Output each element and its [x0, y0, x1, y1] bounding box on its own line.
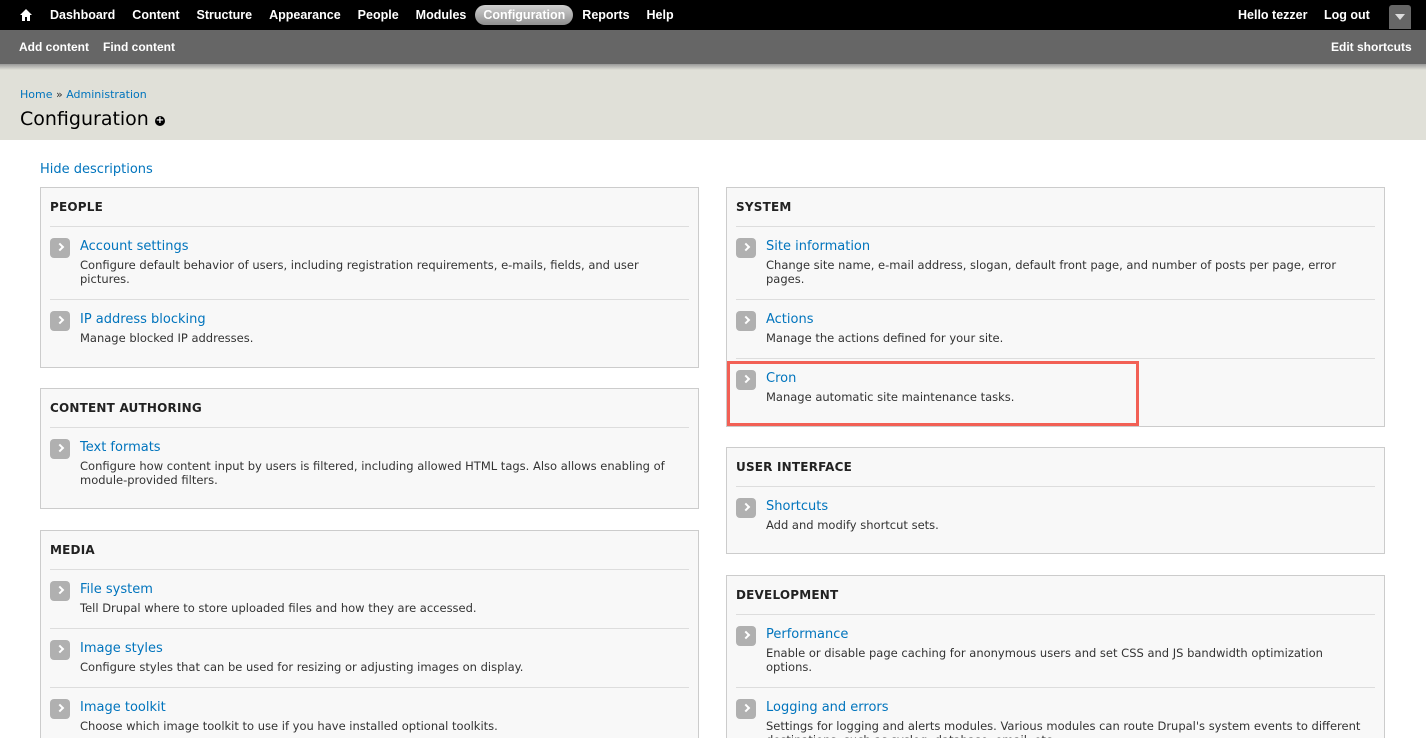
page-title: Configuration [20, 108, 149, 130]
breadcrumb-administration[interactable]: Administration [66, 88, 147, 101]
item-description: Enable or disable page caching for anony… [766, 646, 1323, 674]
panel-title: PEOPLE [50, 200, 104, 214]
shortcut-add-content[interactable]: Add content [12, 40, 96, 54]
toolbar-menu: Dashboard Content Structure Appearance P… [42, 0, 683, 30]
item-description: Manage the actions defined for your site… [766, 331, 1004, 345]
chevron-right-icon [736, 699, 756, 719]
item-description: Manage blocked IP addresses. [80, 331, 254, 345]
item-link[interactable]: Account settings [80, 239, 188, 254]
chevron-right-icon [50, 581, 70, 601]
edit-shortcuts-link[interactable]: Edit shortcuts [1324, 40, 1419, 54]
chevron-right-icon [50, 238, 70, 258]
menu-modules[interactable]: Modules [408, 5, 475, 25]
panel-title: USER INTERFACE [736, 460, 853, 474]
chevron-down-icon [1395, 14, 1405, 20]
chevron-right-icon [736, 238, 756, 258]
menu-configuration[interactable]: Configuration [475, 5, 574, 25]
item-link[interactable]: Text formats [80, 440, 161, 455]
item-description: Add and modify shortcut sets. [766, 518, 939, 532]
panel-people: PEOPLE Account settings Configure defaul… [40, 187, 699, 368]
menu-people[interactable]: People [350, 5, 407, 25]
menu-dashboard[interactable]: Dashboard [42, 5, 123, 25]
panel-user-interface: USER INTERFACE Shortcuts Add and modify … [726, 447, 1385, 554]
panel-media: MEDIA File system Tell Drupal where to s… [40, 530, 699, 738]
menu-appearance[interactable]: Appearance [261, 5, 349, 25]
chevron-right-icon [50, 699, 70, 719]
admin-toolbar: Dashboard Content Structure Appearance P… [0, 0, 1426, 30]
panel-title: CONTENT AUTHORING [50, 401, 202, 415]
logout-link[interactable]: Log out [1324, 0, 1370, 30]
menu-structure[interactable]: Structure [189, 5, 261, 25]
item-link[interactable]: Image toolkit [80, 700, 166, 715]
item-link[interactable]: Image styles [80, 641, 163, 656]
shortcut-bar: Add content Find content Edit shortcuts [0, 30, 1426, 64]
item-link[interactable]: Actions [766, 312, 814, 327]
breadcrumb-home[interactable]: Home [20, 88, 52, 101]
breadcrumb: Home » Administration [20, 88, 147, 101]
item-link[interactable]: File system [80, 582, 153, 597]
chevron-right-icon [736, 311, 756, 331]
item-link[interactable]: Performance [766, 627, 848, 642]
user-greeting[interactable]: Hello tezzer [1238, 0, 1307, 30]
chevron-right-icon [736, 626, 756, 646]
menu-content[interactable]: Content [124, 5, 187, 25]
item-description: Tell Drupal where to store uploaded file… [80, 601, 477, 615]
item-description: Configure default behavior of users, inc… [80, 258, 639, 286]
add-shortcut-icon[interactable]: + [155, 116, 165, 126]
home-icon[interactable] [19, 8, 33, 22]
shortcut-find-content[interactable]: Find content [96, 40, 182, 54]
item-description: Configure styles that can be used for re… [80, 660, 524, 674]
panel-development: DEVELOPMENT Performance Enable or disabl… [726, 575, 1385, 738]
item-link[interactable]: Shortcuts [766, 499, 828, 514]
chevron-right-icon [50, 640, 70, 660]
cron-highlight-box [727, 361, 1139, 426]
breadcrumb-separator: » [55, 88, 63, 101]
menu-reports[interactable]: Reports [574, 5, 637, 25]
shortcuts-toggle-button[interactable] [1389, 5, 1411, 29]
chevron-right-icon [736, 498, 756, 518]
panel-title: SYSTEM [736, 200, 792, 214]
chevron-right-icon [50, 311, 70, 331]
item-description: Settings for logging and alerts modules.… [766, 719, 1361, 738]
chevron-right-icon [50, 439, 70, 459]
panel-title: MEDIA [50, 543, 95, 557]
page-header: Home » Administration Configuration [0, 70, 1426, 140]
panel-title: DEVELOPMENT [736, 588, 839, 602]
item-description: Choose which image toolkit to use if you… [80, 719, 498, 733]
item-description: Change site name, e-mail address, slogan… [766, 258, 1337, 286]
panel-content-authoring: CONTENT AUTHORING Text formats Configure… [40, 388, 699, 509]
hide-descriptions-link[interactable]: Hide descriptions [40, 162, 153, 177]
item-link[interactable]: Site information [766, 239, 870, 254]
item-link[interactable]: IP address blocking [80, 312, 206, 327]
menu-help[interactable]: Help [639, 5, 682, 25]
item-description: Configure how content input by users is … [80, 459, 665, 487]
item-link[interactable]: Logging and errors [766, 700, 889, 715]
